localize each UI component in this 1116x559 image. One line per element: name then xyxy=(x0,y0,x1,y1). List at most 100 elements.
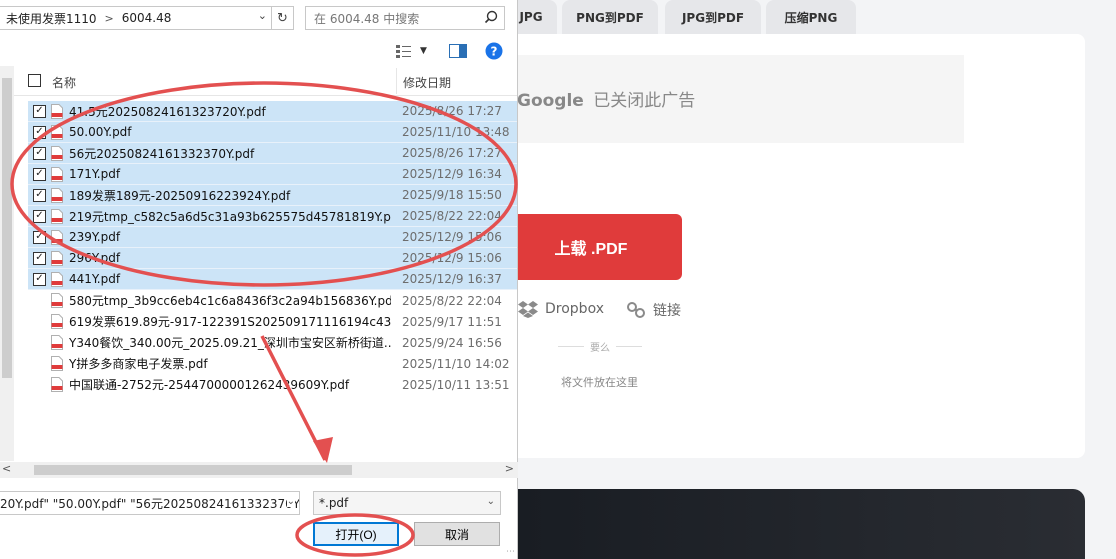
pdf-file-icon xyxy=(51,103,63,119)
view-options-icon[interactable] xyxy=(396,44,412,58)
sort-ascending-icon: ⌃ xyxy=(207,66,215,70)
file-row[interactable]: ✓ 41.5元20250824161323720Y.pdf 2025/8/26 17… xyxy=(28,101,517,122)
scroll-right-icon[interactable]: > xyxy=(505,462,514,475)
chevron-down-icon[interactable]: ⌄ xyxy=(487,496,495,507)
column-header: ⌃ 名称 修改日期 xyxy=(14,66,517,96)
file-name: Y拼多多商家电子发票.pdf xyxy=(69,357,208,371)
refresh-button[interactable]: ↻ xyxy=(272,6,294,30)
file-row[interactable]: ✓ 296Y.pdf 2025/12/9 15:06 xyxy=(28,248,517,269)
file-date: 2025/12/9 16:34 xyxy=(402,167,502,181)
file-row[interactable]: ✓ 171Y.pdf 2025/12/9 16:34 xyxy=(28,164,517,185)
file-date: 2025/11/10 13:48 xyxy=(402,125,510,139)
file-name: 56元20250824161332370Y.pdf xyxy=(69,146,255,161)
file-name: 189发票189元-20250916223924Y.pdf xyxy=(69,188,291,203)
breadcrumb-current[interactable]: 6004.48 xyxy=(116,11,178,25)
help-icon[interactable]: ? xyxy=(485,42,503,60)
select-all-checkbox[interactable] xyxy=(28,74,41,87)
chevron-down-icon[interactable]: ⌄ xyxy=(258,9,267,22)
refresh-icon: ↻ xyxy=(277,10,288,26)
url-link-button[interactable]: 链接 xyxy=(626,300,681,320)
file-row[interactable]: ✓ 189发票189元-20250916223924Y.pdf 2025/9/18 … xyxy=(28,185,517,206)
cancel-button[interactable]: 取消 xyxy=(414,522,500,546)
search-input[interactable]: 在 6004.48 中搜索 xyxy=(305,6,505,30)
tab-jpg-to-pdf[interactable]: JPG到PDF xyxy=(665,0,761,34)
filetype-select[interactable]: *.pdf ⌄ xyxy=(313,491,501,515)
link-label: 链接 xyxy=(653,303,681,319)
ad-closed-text: 已关闭此广告 xyxy=(593,91,696,111)
file-date: 2025/12/9 15:06 xyxy=(402,251,502,265)
column-name[interactable]: 名称 xyxy=(52,74,76,91)
search-icon xyxy=(484,10,498,24)
vertical-scrollbar[interactable] xyxy=(0,66,14,461)
resize-grip-icon[interactable]: ⋯ xyxy=(506,547,515,557)
open-button[interactable]: 打开(O) xyxy=(313,522,399,546)
pdf-file-icon xyxy=(51,314,63,329)
horizontal-scrollbar[interactable]: < > xyxy=(0,462,518,478)
file-date: 2025/10/11 13:51 xyxy=(402,377,510,392)
link-icon xyxy=(627,302,645,318)
pdf-file-icon xyxy=(51,293,63,308)
dropbox-button[interactable]: Dropbox xyxy=(518,300,604,318)
file-date: 2025/8/26 17:27 xyxy=(402,104,502,118)
file-date: 2025/8/22 22:04 xyxy=(402,293,502,308)
file-row[interactable]: ✓ 56元20250824161332370Y.pdf 2025/8/26 17:2… xyxy=(28,143,517,164)
file-checkbox[interactable]: ✓ xyxy=(33,167,46,181)
file-checkbox[interactable]: ✓ xyxy=(33,125,46,139)
pdf-file-icon xyxy=(51,250,63,266)
file-name: 580元tmp_3b9cc6eb4c1c6a8436f3c2a94b156836… xyxy=(69,294,391,308)
address-bar[interactable]: 未使用发票1110 > 6004.48 ⌄ xyxy=(0,6,272,30)
file-checkbox[interactable]: ✓ xyxy=(33,230,46,244)
breadcrumb-folder[interactable]: 未使用发票1110 xyxy=(0,10,103,27)
file-row[interactable]: 580元tmp_3b9cc6eb4c1c6a8436f3c2a94b156836… xyxy=(28,290,517,311)
ad-closed-notice: Google 已关闭此广告 xyxy=(517,86,695,111)
pdf-file-icon xyxy=(51,166,63,182)
file-date: 2025/12/9 15:06 xyxy=(402,230,502,244)
file-checkbox[interactable]: ✓ xyxy=(33,188,46,202)
file-checkbox[interactable]: ✓ xyxy=(33,209,46,223)
file-date: 2025/8/26 17:27 xyxy=(402,146,502,160)
file-name: 171Y.pdf xyxy=(69,167,121,181)
pdf-file-icon xyxy=(51,124,63,140)
dropbox-label: Dropbox xyxy=(545,301,604,317)
column-date-modified[interactable]: 修改日期 xyxy=(403,74,451,91)
file-checkbox[interactable]: ✓ xyxy=(33,104,46,118)
filetype-value: *.pdf xyxy=(319,496,349,510)
upload-pdf-button[interactable]: 上载 .PDF xyxy=(500,214,682,280)
google-logo: Google xyxy=(517,91,584,111)
chevron-right-icon[interactable]: > xyxy=(103,12,116,25)
pdf-file-icon xyxy=(51,208,63,224)
view-dropdown-icon[interactable]: ▼ xyxy=(420,46,427,56)
tab-png-to-pdf[interactable]: PNG到PDF xyxy=(562,0,658,34)
file-row[interactable]: Y拼多多商家电子发票.pdf 2025/11/10 14:02 xyxy=(28,353,517,374)
file-name: 619发票619.89元-917-122391S202509171116194c… xyxy=(69,315,391,329)
file-name: 239Y.pdf xyxy=(69,230,121,244)
preview-pane-icon[interactable] xyxy=(448,44,467,58)
dark-footer-panel xyxy=(420,489,1085,559)
search-placeholder: 在 6004.48 中搜索 xyxy=(314,11,420,26)
file-date: 2025/12/9 16:37 xyxy=(402,272,502,286)
file-row[interactable]: 619发票619.89元-917-122391S202509171116194c… xyxy=(28,311,517,332)
file-name: 50.00Y.pdf xyxy=(69,125,132,139)
drop-hint: 将文件放在这里 xyxy=(561,376,638,389)
file-row[interactable]: ✓ 239Y.pdf 2025/12/9 15:06 xyxy=(28,227,517,248)
file-row[interactable]: Y340餐饮_340.00元_2025.09.21_深圳市宝安区新桥街道... 2… xyxy=(28,332,517,353)
file-checkbox[interactable]: ✓ xyxy=(33,146,46,160)
pdf-file-icon xyxy=(51,145,63,161)
file-row[interactable]: ✓ 50.00Y.pdf 2025/11/10 13:48 xyxy=(28,122,517,143)
file-checkbox[interactable]: ✓ xyxy=(33,251,46,265)
file-row[interactable]: 中国联通-2752元-25447000001262439609Y.pdf 2025… xyxy=(28,374,517,395)
file-name: 中国联通-2752元-25447000001262439609Y.pdf xyxy=(69,378,350,392)
scroll-left-icon[interactable]: < xyxy=(2,462,11,475)
file-list: ⌃ 名称 修改日期 ✓ 41.5元20250824161323720Y.pdf 20… xyxy=(14,66,517,461)
tab-compress-png[interactable]: 压缩PNG xyxy=(766,0,856,34)
file-row[interactable]: ✓ 219元tmp_c582c5a6d5c31a93b625575d4578181… xyxy=(28,206,517,227)
file-row[interactable]: ✓ 441Y.pdf 2025/12/9 16:37 xyxy=(28,269,517,290)
file-checkbox[interactable]: ✓ xyxy=(33,272,46,286)
or-divider: 要么 xyxy=(558,339,642,354)
file-date: 2025/11/10 14:02 xyxy=(402,356,510,371)
file-name: 219元tmp_c582c5a6d5c31a93b625575d45781819… xyxy=(69,209,391,224)
chevron-down-icon[interactable]: ⌄ xyxy=(286,496,295,507)
or-text: 要么 xyxy=(590,343,610,354)
view-toolbar: ▼ ? xyxy=(396,40,503,62)
filename-input[interactable]: 20Y.pdf" "50.00Y.pdf" "56元20250824161332… xyxy=(0,491,300,515)
